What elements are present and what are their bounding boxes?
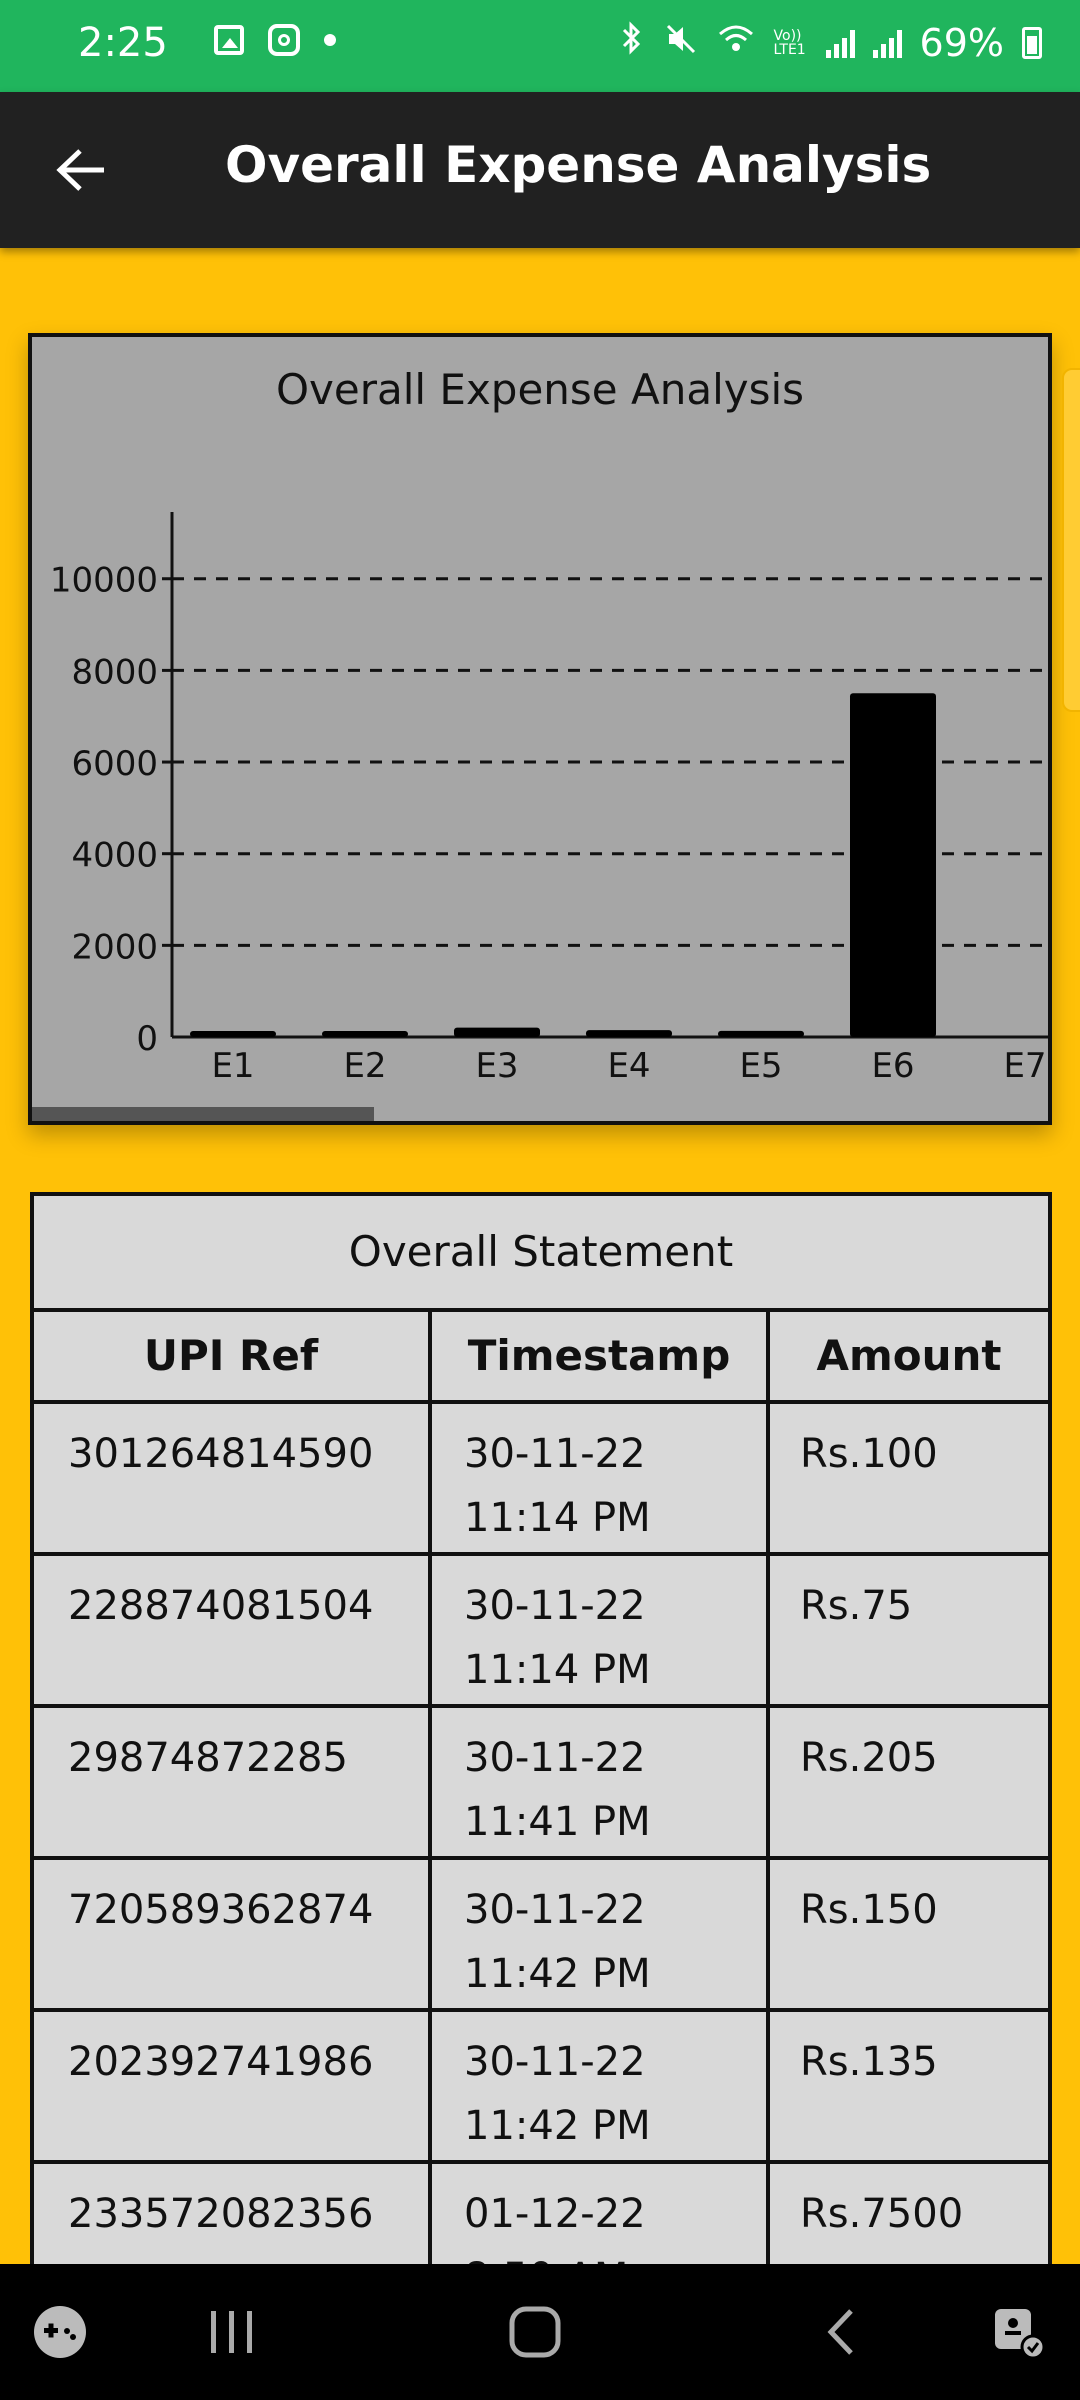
statement-table: Overall Statement UPI Ref Timestamp Amou… bbox=[30, 1192, 1052, 2316]
y-tick-label: 4000 bbox=[71, 836, 158, 876]
timestamp-cell: 30-11-22 11:42 PM bbox=[432, 1860, 770, 2008]
recent-apps-icon bbox=[211, 2311, 252, 2353]
x-tick-label: E6 bbox=[871, 1046, 914, 1086]
y-tick-label: 8000 bbox=[71, 652, 158, 692]
time-text: 11:42 PM bbox=[464, 2103, 651, 2149]
x-tick-label: E7 bbox=[1003, 1046, 1046, 1086]
time-text: 11:14 PM bbox=[464, 1647, 651, 1693]
keyboard-accessibility-icon bbox=[995, 2309, 1046, 2360]
network-label: Vo)) LTE1 bbox=[773, 27, 806, 58]
home-button[interactable] bbox=[500, 2298, 570, 2366]
game-launcher-button[interactable] bbox=[30, 2298, 90, 2366]
battery-charging-icon bbox=[1022, 26, 1042, 59]
statement-title: Overall Statement bbox=[34, 1196, 1048, 1312]
table-row: 228874081504 30-11-22 11:14 PM Rs.75 bbox=[34, 1556, 1048, 1708]
bluetooth-icon bbox=[618, 20, 646, 65]
accessibility-button[interactable] bbox=[990, 2298, 1050, 2366]
timestamp-cell: 30-11-22 11:42 PM bbox=[432, 2012, 770, 2160]
column-header-upi-ref: UPI Ref bbox=[34, 1312, 432, 1400]
chart-scrollbar-thumb[interactable] bbox=[32, 1107, 374, 1121]
instagram-notification-icon bbox=[268, 24, 300, 56]
x-tick-label: E1 bbox=[211, 1046, 254, 1086]
nav-back-icon bbox=[827, 2309, 853, 2355]
bar-e1 bbox=[190, 1031, 276, 1037]
expense-chart[interactable]: Overall Expense Analysis 0 2000 4000 6000 80… bbox=[28, 333, 1052, 1125]
x-tick-label: E5 bbox=[739, 1046, 782, 1086]
y-tick-label: 6000 bbox=[71, 744, 158, 784]
y-tick-label: 10000 bbox=[50, 561, 158, 601]
bar-e3 bbox=[454, 1027, 540, 1037]
timestamp-cell: 30-11-22 11:14 PM bbox=[432, 1556, 770, 1704]
status-bar: 2:25 Vo)) LTE1 69% bbox=[0, 0, 1080, 92]
home-icon bbox=[509, 2306, 561, 2358]
amount-cell: Rs.150 bbox=[800, 1887, 938, 1933]
upi-ref-cell: 301264814590 bbox=[34, 1404, 432, 1552]
timestamp-cell: 30-11-22 11:14 PM bbox=[432, 1404, 770, 1552]
arrow-back-icon bbox=[56, 149, 104, 191]
page-title: Overall Expense Analysis bbox=[225, 136, 932, 194]
amount-cell: Rs.100 bbox=[800, 1431, 938, 1477]
more-notifications-icon bbox=[324, 34, 336, 46]
chart-scrollbar[interactable] bbox=[32, 1107, 1048, 1121]
amount-cell: Rs.135 bbox=[800, 2039, 938, 2085]
column-header-timestamp: Timestamp bbox=[432, 1312, 770, 1400]
table-row: 301264814590 30-11-22 11:14 PM Rs.100 bbox=[34, 1404, 1048, 1556]
bar-chart-svg: 0 2000 4000 6000 8000 10000 E1 E2 E3 E4 E5 E6 E7 bbox=[50, 512, 1048, 1086]
x-tick-label: E3 bbox=[475, 1046, 518, 1086]
x-tick-label: E2 bbox=[343, 1046, 386, 1086]
signal-icon-1 bbox=[825, 28, 855, 58]
app-bar: Overall Expense Analysis bbox=[0, 92, 1080, 248]
system-navigation-bar bbox=[0, 2264, 1080, 2400]
amount-cell: Rs.205 bbox=[800, 1735, 938, 1781]
bar-e6 bbox=[850, 693, 936, 1037]
upi-ref-cell: 29874872285 bbox=[34, 1708, 432, 1856]
date-text: 30-11-22 bbox=[464, 1583, 646, 1629]
column-header-amount: Amount bbox=[816, 1331, 1002, 1380]
time-text: 11:41 PM bbox=[464, 1799, 651, 1845]
table-row: 720589362874 30-11-22 11:42 PM Rs.150 bbox=[34, 1860, 1048, 2012]
bar-e2 bbox=[322, 1031, 408, 1037]
table-row: 29874872285 30-11-22 11:41 PM Rs.205 bbox=[34, 1708, 1048, 1860]
upi-ref-cell: 202392741986 bbox=[34, 2012, 432, 2160]
y-tick-label: 2000 bbox=[71, 927, 158, 967]
upi-ref-cell: 228874081504 bbox=[34, 1556, 432, 1704]
table-header-row: UPI Ref Timestamp Amount bbox=[34, 1312, 1048, 1404]
signal-icon-2 bbox=[872, 28, 902, 58]
status-time: 2:25 bbox=[78, 20, 168, 66]
gallery-notification-icon bbox=[214, 25, 244, 55]
time-text: 11:14 PM bbox=[464, 1495, 651, 1541]
amount-cell: Rs.75 bbox=[800, 1583, 913, 1629]
date-text: 30-11-22 bbox=[464, 1887, 646, 1933]
back-button[interactable] bbox=[46, 134, 118, 206]
upi-ref-cell: 720589362874 bbox=[34, 1860, 432, 2008]
bar-e4 bbox=[586, 1030, 672, 1037]
timestamp-cell: 30-11-22 11:41 PM bbox=[432, 1708, 770, 1856]
game-launcher-icon bbox=[34, 2306, 86, 2358]
date-text: 01-12-22 bbox=[464, 2191, 646, 2237]
wifi-icon bbox=[716, 21, 756, 65]
bar-e5 bbox=[718, 1030, 804, 1037]
recent-apps-button[interactable] bbox=[200, 2298, 264, 2366]
mute-icon bbox=[664, 21, 698, 65]
y-tick-label: 0 bbox=[136, 1019, 158, 1059]
x-tick-label: E4 bbox=[607, 1046, 650, 1086]
nav-back-button[interactable] bbox=[815, 2298, 865, 2366]
scroll-edge-indicator bbox=[1062, 368, 1080, 712]
table-row: 202392741986 30-11-22 11:42 PM Rs.135 bbox=[34, 2012, 1048, 2164]
time-text: 11:42 PM bbox=[464, 1951, 651, 1997]
date-text: 30-11-22 bbox=[464, 1735, 646, 1781]
date-text: 30-11-22 bbox=[464, 2039, 646, 2085]
date-text: 30-11-22 bbox=[464, 1431, 646, 1477]
battery-percent: 69% bbox=[919, 20, 1004, 65]
